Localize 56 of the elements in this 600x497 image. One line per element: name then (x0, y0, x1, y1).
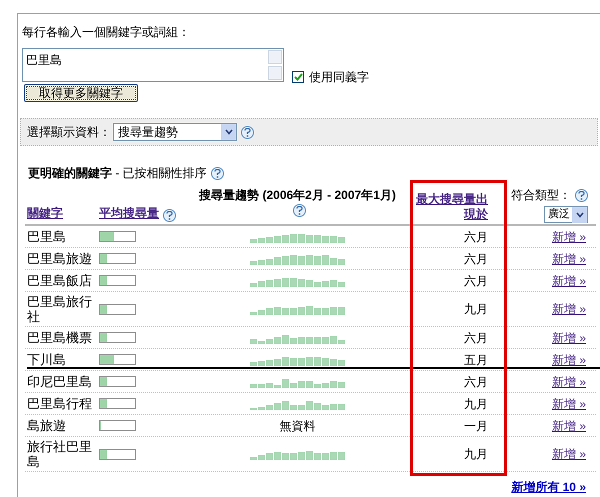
keyword-cell: 下川島 (27, 352, 66, 367)
peak-month-cell: 六月 (464, 252, 488, 266)
synonyms-label: 使用同義字 (309, 69, 369, 86)
display-select[interactable]: 搜尋量趨勢 (113, 123, 237, 141)
match-type-value: 廣泛 (548, 206, 570, 222)
peak-month-cell: 六月 (464, 330, 488, 344)
add-link[interactable]: 新增 » (552, 302, 586, 316)
keyword-cell: 巴里島旅遊 (27, 251, 92, 266)
peak-month-cell: 六月 (464, 374, 488, 388)
keyword-cell: 印尼巴里島 (27, 374, 92, 389)
peak-month-cell: 六月 (464, 230, 488, 244)
match-type-select[interactable]: 廣泛 (544, 206, 588, 223)
add-link[interactable]: 新增 » (552, 374, 586, 388)
more-keywords-button[interactable]: 取得更多關鍵字 (24, 84, 138, 102)
trend-column-header: 搜尋量趨勢 (2006年2月 - 2007年1月) (199, 187, 396, 204)
keywords-text: 巴里島 (26, 52, 62, 69)
add-link[interactable]: 新增 » (552, 274, 586, 288)
peak-month-cell: 九月 (464, 396, 488, 410)
add-link[interactable]: 新增 » (552, 252, 586, 266)
keyword-cell: 巴里島機票 (27, 330, 92, 345)
add-link[interactable]: 新增 » (552, 352, 586, 366)
peak-month-cell: 五月 (464, 352, 488, 366)
section-title: 更明確的關鍵字 (28, 165, 112, 182)
display-value: 搜尋量趨勢 (118, 124, 178, 141)
peak-month-cell: 六月 (464, 274, 488, 288)
peak-column-link[interactable]: 最大搜尋量出現於 (406, 192, 488, 222)
add-link[interactable]: 新增 » (552, 230, 586, 244)
keyword-cell: 旅行社巴里島 (27, 439, 92, 469)
peak-month-cell: 九月 (464, 447, 488, 461)
peak-month-cell: 一月 (464, 418, 488, 432)
help-icon[interactable] (163, 209, 176, 222)
add-all-link[interactable]: 新增所有 10 » (511, 478, 586, 496)
display-label: 選擇顯示資料： (27, 124, 111, 141)
add-link[interactable]: 新增 » (552, 330, 586, 344)
peak-month-cell: 九月 (464, 302, 488, 316)
prompt-label: 每行各輸入一個關鍵字或詞組： (22, 24, 191, 40)
add-link[interactable]: 新增 » (552, 447, 586, 461)
avg-volume-column-link[interactable]: 平均搜尋量 (99, 204, 159, 222)
no-data-text: 無資料 (280, 418, 316, 434)
keyword-cell: 巴里島旅行社 (27, 294, 92, 324)
keyword-cell: 巴里島 (27, 229, 66, 244)
add-link[interactable]: 新增 » (552, 418, 586, 432)
help-icon[interactable] (293, 204, 306, 217)
keyword-column-link[interactable]: 關鍵字 (27, 204, 63, 222)
keyword-cell: 島旅遊 (27, 418, 66, 433)
scrollbar (268, 50, 282, 80)
help-icon[interactable] (241, 126, 254, 138)
help-icon[interactable] (210, 166, 224, 180)
match-type-label: 符合類型： (511, 187, 571, 204)
synonyms-checkbox[interactable] (292, 71, 304, 83)
keywords-field[interactable]: 巴里島 (22, 48, 284, 82)
help-icon[interactable] (575, 188, 588, 202)
add-link[interactable]: 新增 » (552, 396, 586, 410)
keyword-cell: 巴里島飯店 (27, 273, 92, 288)
keyword-cell: 巴里島行程 (27, 396, 92, 411)
section-subtitle: - 已按相關性排序 (114, 165, 207, 182)
